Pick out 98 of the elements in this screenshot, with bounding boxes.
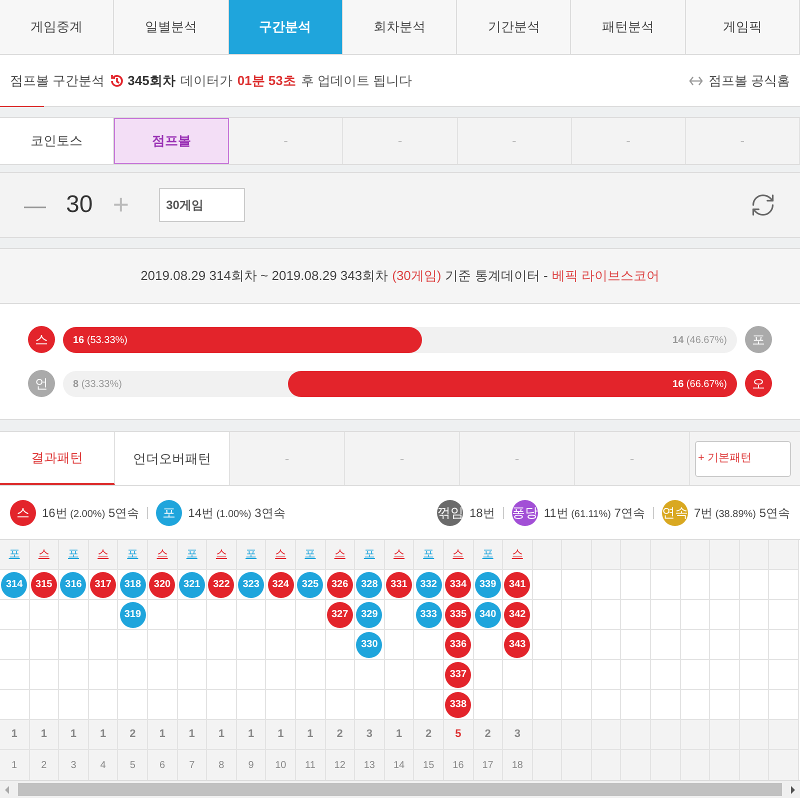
legend-stat: 14번 (1.00%) 3연속 [188, 504, 286, 522]
result-badge: 언 [28, 370, 55, 397]
right-value: 16 (66.67%) [672, 378, 727, 392]
column-index: 16 [452, 758, 464, 772]
streak-count: 1 [100, 727, 106, 742]
streak-count: 1 [307, 727, 314, 742]
streak-count: 1 [396, 727, 402, 742]
column-label: 스 [452, 547, 464, 562]
column-label: 스 [512, 547, 523, 562]
column-index: 3 [70, 758, 76, 772]
column-index: 10 [275, 758, 286, 772]
scrollbar-thumb[interactable] [18, 783, 782, 796]
streak-count: 2 [484, 727, 491, 742]
progress-line [0, 106, 44, 107]
column-index: 5 [130, 758, 136, 772]
legend-stat: 11번 (61.11%) 7연속 [544, 504, 645, 522]
streak-count: 2 [426, 727, 432, 742]
column-label: 포 [127, 547, 138, 562]
column-label: 스 [394, 547, 405, 562]
streak-count: 2 [130, 727, 136, 742]
column-label: 포 [8, 547, 20, 562]
update-text-after: 후 업데이트 됩니다 [300, 72, 412, 90]
main-tab[interactable]: 구간분석 [228, 0, 343, 54]
streak-count: 1 [278, 727, 284, 742]
left-value: 8 (33.33%) [73, 378, 122, 392]
column-label: 스 [216, 547, 227, 562]
section-title: 점프볼 구간분석 [10, 72, 105, 90]
column-index: 1 [12, 758, 18, 772]
streak-count: 1 [70, 727, 77, 742]
column-label: 스 [334, 547, 346, 562]
clock-icon [108, 72, 125, 88]
official-home-link[interactable]: 점프볼 공식홈 [708, 70, 790, 90]
streak-count: 5 [455, 727, 462, 742]
streak-count: 2 [336, 727, 343, 742]
column-label: 포 [68, 547, 79, 562]
streak-count: 1 [218, 727, 225, 742]
legend-stat: 16번 (2.00%) 5연속 [42, 504, 140, 522]
date-range: 2019.08.29 314회차 ~ 2019.08.29 343회차 [140, 267, 388, 286]
column-index: 17 [482, 758, 494, 772]
column-label: 포 [423, 547, 434, 562]
pattern-tab[interactable]: 결과패턴 [0, 432, 115, 485]
column-label: 포 [482, 547, 494, 562]
column-index: 8 [218, 758, 224, 772]
column-index: 11 [305, 758, 316, 772]
game-tab[interactable]: 점프볼 [114, 118, 230, 164]
basic-pattern-button[interactable]: + 기본패턴 [695, 440, 791, 476]
column-index: 15 [423, 758, 434, 772]
result-badge: 포 [745, 326, 772, 353]
column-label: 스 [38, 547, 50, 562]
result-badge: 꺾임 [437, 500, 464, 526]
column-index: 12 [334, 758, 346, 772]
left-value: 16 (53.33%) [73, 334, 128, 348]
column-index: 13 [364, 758, 375, 772]
game-count: 30 [66, 190, 93, 220]
result-badge: 스 [10, 500, 36, 526]
horizontal-scrollbar[interactable] [0, 780, 800, 798]
column-index: 7 [189, 758, 195, 772]
column-index: 18 [512, 758, 523, 772]
link-icon [688, 74, 704, 86]
streak-count: 3 [514, 727, 520, 742]
column-index: 14 [393, 758, 405, 772]
game-count-field[interactable]: 30게임 [159, 188, 246, 222]
streak-count: 1 [11, 727, 18, 742]
column-index: 9 [248, 758, 254, 772]
round-number: 345회차 [128, 72, 176, 90]
minus-button[interactable]: — [24, 188, 46, 222]
countdown: 01분 53초 [237, 72, 296, 90]
right-value: 14 (46.67%) [672, 334, 727, 348]
column-index: 4 [100, 758, 106, 772]
column-label: 포 [246, 547, 257, 562]
column-label: 포 [186, 547, 198, 562]
column-label: 스 [156, 547, 168, 562]
result-badge: 연속 [662, 500, 688, 526]
result-badge: 퐁당 [512, 500, 538, 526]
source-text: 베픽 라이브스코어 [552, 267, 660, 286]
games-count: (30게임) [392, 267, 442, 286]
column-label: 포 [304, 547, 316, 562]
result-badge: 오 [745, 370, 772, 397]
column-label: 스 [98, 547, 109, 562]
result-badge: 스 [28, 326, 55, 353]
column-index: 6 [159, 758, 166, 772]
streak-count: 1 [248, 727, 254, 742]
streak-count: 1 [188, 727, 195, 742]
column-label: 스 [275, 547, 286, 562]
streak-count: 1 [159, 727, 166, 742]
streak-count: 3 [366, 727, 372, 742]
legend-stat: 7번 (38.89%) 5연속 [694, 504, 790, 522]
column-label: 포 [364, 547, 375, 562]
refresh-icon[interactable] [750, 192, 776, 218]
update-text-before: 데이터가 [180, 72, 232, 90]
streak-count: 1 [40, 727, 47, 742]
legend-stat: 18번 [469, 504, 495, 522]
game-tab[interactable]: 코인토스 [0, 118, 114, 164]
pattern-tab[interactable]: 언더오버패턴 [115, 432, 230, 485]
column-index: 2 [41, 758, 47, 772]
scroll-right-icon[interactable] [788, 784, 798, 794]
result-badge: 포 [156, 500, 182, 526]
basis-text: 기준 통계데이터 - [445, 267, 548, 286]
